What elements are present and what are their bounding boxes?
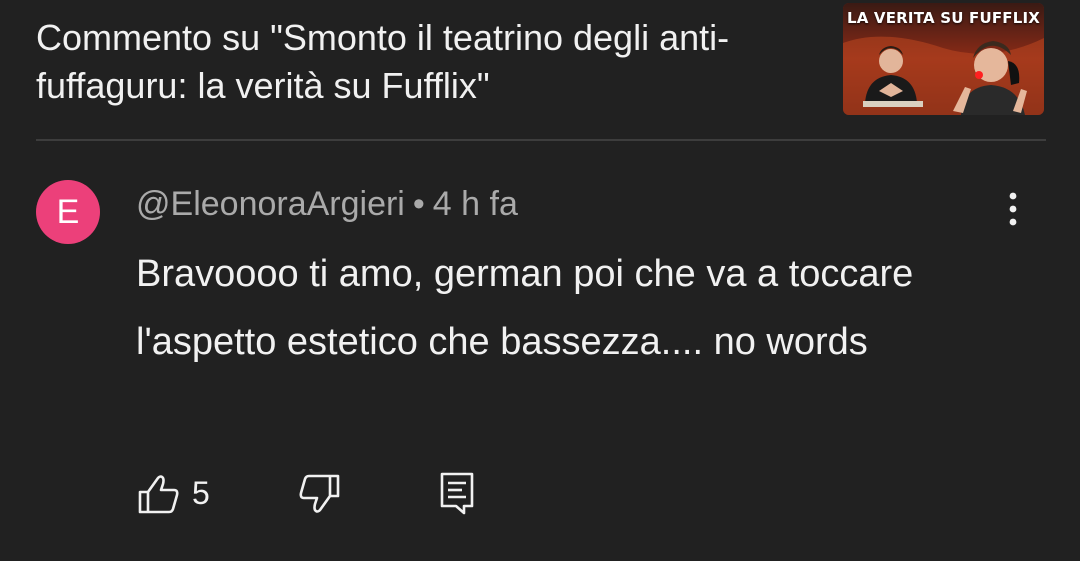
more-options-button[interactable] <box>995 188 1031 230</box>
more-vertical-icon <box>1009 192 1017 226</box>
avatar[interactable]: E <box>36 180 100 244</box>
comment-meta: @EleonoraArgieri • 4 h fa <box>136 182 518 226</box>
like-button[interactable] <box>136 472 182 516</box>
thumb-down-icon <box>299 474 340 513</box>
comment-body: Bravoooo ti amo, german poi che va a toc… <box>136 253 914 363</box>
reply-button[interactable] <box>436 470 478 516</box>
comment-author[interactable]: @EleonoraArgieri <box>136 185 405 223</box>
video-thumbnail[interactable]: LA VERITA SU FUFFLIX <box>843 3 1044 115</box>
reply-comment-icon <box>440 472 474 515</box>
thumb-up-icon <box>138 475 179 514</box>
comment-timestamp: 4 h fa <box>432 185 518 223</box>
like-count: 5 <box>192 475 210 511</box>
comment-context-title: Commento su "Smonto il teatrino degli an… <box>36 17 730 106</box>
meta-separator: • <box>412 185 425 223</box>
divider <box>36 139 1046 141</box>
dislike-button[interactable] <box>296 472 342 516</box>
thumbnail-overlay-title: LA VERITA SU FUFFLIX <box>846 9 1041 27</box>
